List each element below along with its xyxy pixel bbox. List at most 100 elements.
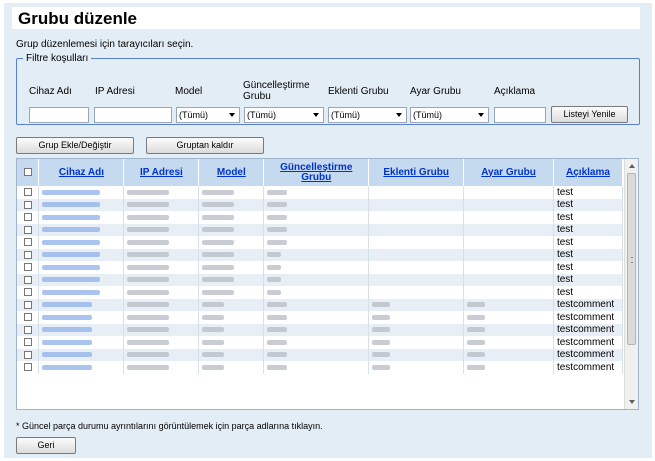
- device-name-link[interactable]: [42, 214, 101, 220]
- obscured-value: [202, 264, 235, 270]
- device-name-link[interactable]: [42, 239, 101, 245]
- obscured-value: [202, 302, 225, 308]
- table-cell: [198, 323, 265, 336]
- device-name-link[interactable]: [42, 364, 93, 370]
- back-button[interactable]: Geri: [16, 437, 76, 454]
- add-change-group-button[interactable]: Grup Ekle/Değiştir: [16, 137, 134, 154]
- row-checkbox[interactable]: [23, 325, 32, 334]
- edit-group-page: Grubu düzenle Grup düzenlemesi için tara…: [4, 3, 652, 458]
- table-row[interactable]: testcomment: [17, 311, 624, 324]
- table-row[interactable]: test: [17, 236, 624, 249]
- device-name-link[interactable]: [42, 302, 93, 308]
- row-checkbox[interactable]: [23, 238, 32, 247]
- dropdown-caret-icon: [396, 113, 402, 117]
- table-row[interactable]: testcomment: [17, 323, 624, 336]
- row-checkbox[interactable]: [23, 313, 32, 322]
- row-checkbox[interactable]: [23, 288, 32, 297]
- table-row[interactable]: test: [17, 198, 624, 211]
- column-header-settings-group[interactable]: Ayar Grubu: [463, 159, 554, 186]
- table-row[interactable]: testcomment: [17, 348, 624, 361]
- model-filter-select[interactable]: (Tümü): [176, 107, 240, 123]
- device-name-link[interactable]: [42, 339, 93, 345]
- obscured-value: [267, 264, 282, 270]
- column-header-addon-group[interactable]: Eklenti Grubu: [368, 159, 465, 186]
- row-checkbox[interactable]: [23, 275, 32, 284]
- table-cell: [463, 223, 554, 236]
- scroll-down-icon[interactable]: [629, 400, 635, 404]
- row-checkbox[interactable]: [23, 263, 32, 272]
- scrollbar-thumb[interactable]: [627, 173, 636, 345]
- table-row[interactable]: test: [17, 273, 624, 286]
- device-name-link[interactable]: [42, 352, 93, 358]
- row-checkbox[interactable]: [23, 250, 32, 259]
- column-header-update-group[interactable]: Güncelleştirme Grubu: [263, 159, 370, 186]
- device-name-link[interactable]: [42, 264, 101, 270]
- scroll-up-icon[interactable]: [629, 164, 635, 168]
- obscured-value: [267, 202, 288, 208]
- device-name-link[interactable]: [42, 289, 101, 295]
- table-row[interactable]: testcomment: [17, 298, 624, 311]
- device-name-link[interactable]: [42, 327, 93, 333]
- row-checkbox[interactable]: [23, 338, 32, 347]
- vertical-scrollbar[interactable]: [624, 159, 638, 409]
- table-cell: [123, 348, 200, 361]
- obscured-value: [202, 252, 235, 258]
- column-header-description[interactable]: Açıklama: [553, 159, 624, 186]
- table-cell: [463, 286, 554, 299]
- table-cell: [263, 261, 370, 274]
- table-cell: [368, 336, 465, 349]
- filter-label-settings-group: Ayar Grubu: [410, 86, 461, 97]
- device-name-link[interactable]: [42, 314, 93, 320]
- column-header-ip-address[interactable]: IP Adresi: [123, 159, 200, 186]
- device-name-link[interactable]: [42, 227, 101, 233]
- settings-group-filter-select[interactable]: (Tümü): [410, 107, 489, 123]
- table-row[interactable]: testcomment: [17, 336, 624, 349]
- row-checkbox[interactable]: [23, 300, 32, 309]
- row-checkbox[interactable]: [23, 350, 32, 359]
- obscured-value: [467, 302, 486, 308]
- table-cell: [368, 311, 465, 324]
- device-name-link[interactable]: [42, 252, 101, 258]
- addon-group-filter-select[interactable]: (Tümü): [328, 107, 407, 123]
- table-row[interactable]: test: [17, 261, 624, 274]
- column-header-device-name[interactable]: Cihaz Adı: [38, 159, 125, 186]
- device-name-link[interactable]: [42, 189, 101, 195]
- obscured-value: [372, 314, 391, 320]
- device-name-filter-input[interactable]: [29, 107, 89, 123]
- row-checkbox[interactable]: [23, 363, 32, 372]
- table-row[interactable]: test: [17, 186, 624, 199]
- intro-text: Grup düzenlemesi için tarayıcıları seçin…: [16, 39, 194, 50]
- select-all-checkbox[interactable]: [23, 167, 32, 176]
- device-name-link[interactable]: [42, 202, 101, 208]
- table-row[interactable]: test: [17, 211, 624, 224]
- ip-address-filter-input[interactable]: [94, 107, 172, 123]
- table-cell: [123, 323, 200, 336]
- column-header-model[interactable]: Model: [198, 159, 265, 186]
- table-cell: [198, 211, 265, 224]
- settings-group-filter-value: (Tümü): [413, 110, 442, 120]
- row-checkbox[interactable]: [23, 225, 32, 234]
- row-checkbox[interactable]: [23, 213, 32, 222]
- table-cell: [463, 298, 554, 311]
- table-cell: [123, 198, 200, 211]
- table-row[interactable]: test: [17, 223, 624, 236]
- table-row[interactable]: test: [17, 286, 624, 299]
- device-name-link[interactable]: [42, 277, 101, 283]
- refresh-list-button[interactable]: Listeyi Yenile: [551, 106, 628, 123]
- row-checkbox[interactable]: [23, 200, 32, 209]
- remove-from-group-button[interactable]: Gruptan kaldır: [146, 137, 264, 154]
- table-cell: [368, 186, 465, 199]
- description-cell: test: [553, 248, 624, 261]
- table-row[interactable]: test: [17, 248, 624, 261]
- update-group-filter-select[interactable]: (Tümü): [244, 107, 324, 123]
- filter-conditions: Filtre koşulları Cihaz Adı IP Adresi Mod…: [16, 53, 640, 125]
- obscured-value: [467, 352, 486, 358]
- obscured-value: [267, 302, 288, 308]
- description-filter-input[interactable]: [494, 107, 546, 123]
- table-row[interactable]: testcomment: [17, 361, 624, 374]
- obscured-value: [202, 327, 225, 333]
- table-cell: [198, 248, 265, 261]
- row-checkbox[interactable]: [23, 188, 32, 197]
- model-filter-value: (Tümü): [179, 110, 208, 120]
- table-cell: [198, 298, 265, 311]
